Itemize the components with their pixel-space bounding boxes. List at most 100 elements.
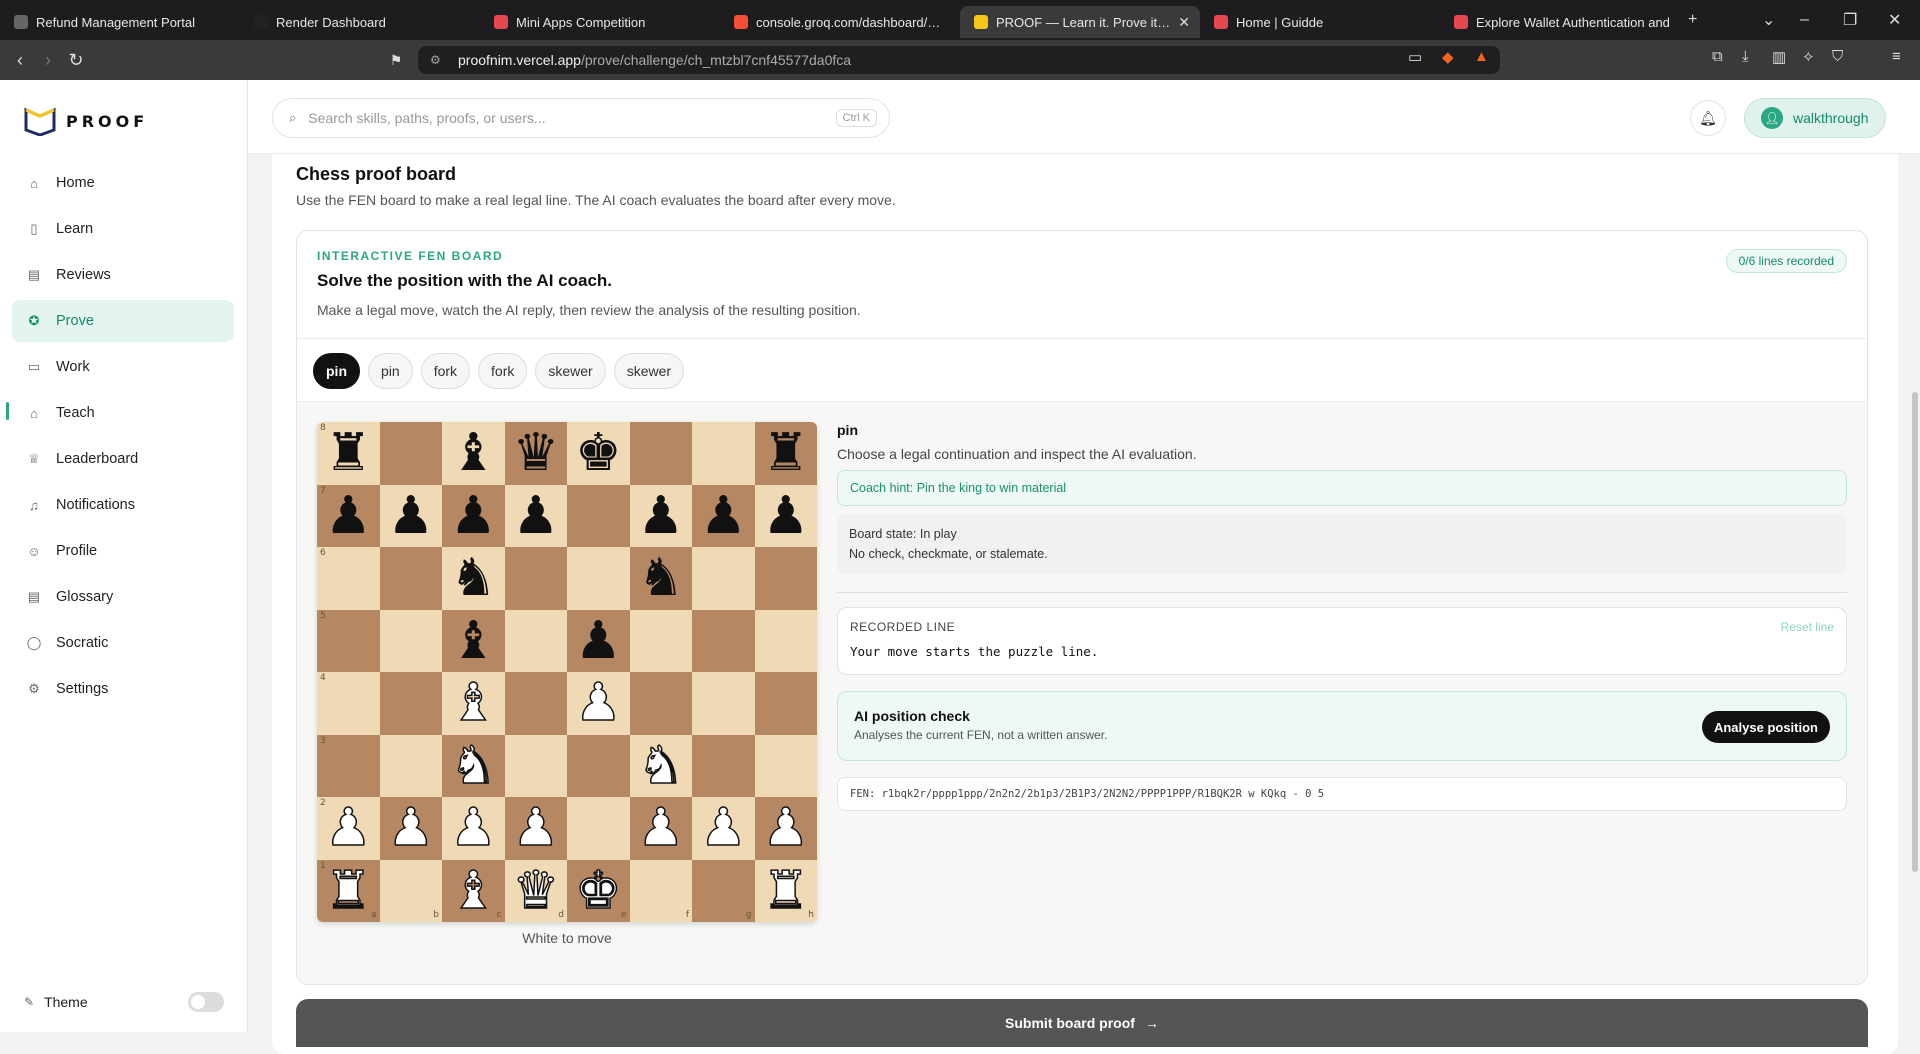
square-a6[interactable]: 6 [317,547,380,610]
puzzle-chip-fork[interactable]: fork [478,353,528,389]
square-c1[interactable]: c ♝ [442,859,505,922]
square-c4[interactable]: ♝ [442,672,505,735]
square-h8[interactable]: ♜ [754,422,817,485]
reload-button[interactable]: ↻ [62,46,90,74]
sidebar-item-home[interactable]: ⌂ Home [12,162,234,204]
black-pawn-icon[interactable]: ♟ [450,490,497,542]
browser-tab[interactable]: PROOF — Learn it. Prove it. Earn ✕ [960,6,1200,38]
black-queen-icon[interactable]: ♛ [512,427,559,479]
sidebar-item-prove[interactable]: ✪ Prove [12,300,234,342]
square-d1[interactable]: d ♛ [504,859,567,922]
white-knight-icon[interactable]: ♞ [449,739,497,793]
forward-button[interactable]: › [34,46,62,74]
page-scrollbar[interactable] [1910,154,1920,1032]
black-pawn-icon[interactable]: ♟ [575,615,622,667]
cast-icon[interactable]: ▭ [1408,48,1422,66]
submit-board-proof-button[interactable]: Submit board proof → [296,999,1868,1047]
square-d2[interactable]: ♟ [504,797,567,860]
sidebar-item-socratic[interactable]: ◯ Socratic [12,622,234,664]
white-rook-icon[interactable]: ♜ [762,864,810,918]
square-b7[interactable]: ♟ [379,484,442,547]
square-b3[interactable] [379,734,442,797]
white-bishop-icon[interactable]: ♝ [449,677,497,731]
white-queen-icon[interactable]: ♛ [512,864,560,918]
sidebar-item-settings[interactable]: ⚙ Settings [12,668,234,710]
close-window-button[interactable]: ✕ [1888,0,1901,40]
puzzle-chip-pin[interactable]: pin [368,353,413,389]
square-a2[interactable]: 2 ♟ [317,797,380,860]
square-c6[interactable]: ♞ [442,547,505,610]
brave-shield-icon[interactable]: ◆ [1442,48,1454,66]
white-knight-icon[interactable]: ♞ [637,739,685,793]
black-pawn-icon[interactable]: ♟ [700,490,747,542]
white-pawn-icon[interactable]: ♟ [387,802,435,856]
sidebar-item-reviews[interactable]: ▤ Reviews [12,254,234,296]
square-f7[interactable]: ♟ [629,484,692,547]
brand-logo[interactable]: PROOF [24,106,148,136]
sidebar-item-work[interactable]: ▭ Work [12,346,234,388]
square-d6[interactable] [504,547,567,610]
chess-board[interactable]: 8 ♜ ♝ ♛ ♚ ♜ 7 ♟ ♟ ♟ ♟ ♟ ♟ ♟ 6 ♞ ♞ 5 ♝ ♟ 4 ♝ ♟ 3 ♞ ♞ 2 ♟ ♟ ♟ ♟ ♟ ♟ ♟ 1 a ♜ b c ♝… [317,422,817,922]
square-f8[interactable] [629,422,692,485]
square-h4[interactable] [754,672,817,735]
site-info-icon[interactable]: ⚙ [430,53,441,67]
square-g4[interactable] [692,672,755,735]
square-a7[interactable]: 7 ♟ [317,484,380,547]
square-g3[interactable] [692,734,755,797]
tab-list-chevron-icon[interactable]: ⌄ [1762,0,1775,40]
square-f3[interactable]: ♞ [629,734,692,797]
square-c8[interactable]: ♝ [442,422,505,485]
square-h1[interactable]: h ♜ [754,859,817,922]
square-g1[interactable]: g [692,859,755,922]
black-pawn-icon[interactable]: ♟ [325,490,372,542]
puzzle-chip-pin[interactable]: pin [313,353,360,389]
white-pawn-icon[interactable]: ♟ [449,802,497,856]
square-d7[interactable]: ♟ [504,484,567,547]
black-pawn-icon[interactable]: ♟ [762,490,809,542]
square-f4[interactable] [629,672,692,735]
white-pawn-icon[interactable]: ♟ [324,802,372,856]
sidebar-item-profile[interactable]: ☺ Profile [12,530,234,572]
sidebar-toggle-icon[interactable]: ▥ [1772,48,1786,66]
puzzle-chip-skewer[interactable]: skewer [613,353,685,389]
square-b5[interactable] [379,609,442,672]
square-f5[interactable] [629,609,692,672]
square-e6[interactable] [567,547,630,610]
browser-tab[interactable]: Render Dashboard [240,6,480,38]
sidebar-item-leaderboard[interactable]: ♕ Leaderboard [12,438,234,480]
sidebar-item-notifications[interactable]: ♫ Notifications [12,484,234,526]
reset-line-button[interactable]: Reset line [1781,620,1834,634]
square-c3[interactable]: ♞ [442,734,505,797]
square-e8[interactable]: ♚ [567,422,630,485]
extensions-icon[interactable]: ⧉ [1712,48,1723,65]
leo-ai-icon[interactable]: ✧ [1802,48,1815,66]
bookmark-icon[interactable]: ⚑ [382,46,410,74]
square-e5[interactable]: ♟ [567,609,630,672]
square-c2[interactable]: ♟ [442,797,505,860]
square-h3[interactable] [754,734,817,797]
square-a8[interactable]: 8 ♜ [317,422,380,485]
square-h2[interactable]: ♟ [754,797,817,860]
theme-toggle[interactable] [188,992,224,1012]
square-f1[interactable]: f [629,859,692,922]
browser-tab[interactable]: Home | Guidde [1200,6,1440,38]
black-rook-icon[interactable]: ♜ [762,427,809,479]
menu-icon[interactable]: ≡ [1892,48,1901,65]
square-e7[interactable] [567,484,630,547]
square-a5[interactable]: 5 [317,609,380,672]
black-bishop-icon[interactable]: ♝ [450,615,497,667]
square-d8[interactable]: ♛ [504,422,567,485]
brave-rewards-icon[interactable]: ▲ [1474,48,1489,65]
search-input[interactable]: ⌕ Search skills, paths, proofs, or users… [272,98,890,138]
analyse-position-button[interactable]: Analyse position [1701,711,1830,743]
square-b6[interactable] [379,547,442,610]
square-f6[interactable]: ♞ [629,547,692,610]
square-g6[interactable] [692,547,755,610]
square-h6[interactable] [754,547,817,610]
square-a1[interactable]: 1 a ♜ [317,859,380,922]
white-pawn-icon[interactable]: ♟ [762,802,810,856]
sidebar-item-teach[interactable]: ⌂ Teach [12,392,234,434]
square-g7[interactable]: ♟ [692,484,755,547]
puzzle-chip-skewer[interactable]: skewer [535,353,606,389]
square-c5[interactable]: ♝ [442,609,505,672]
